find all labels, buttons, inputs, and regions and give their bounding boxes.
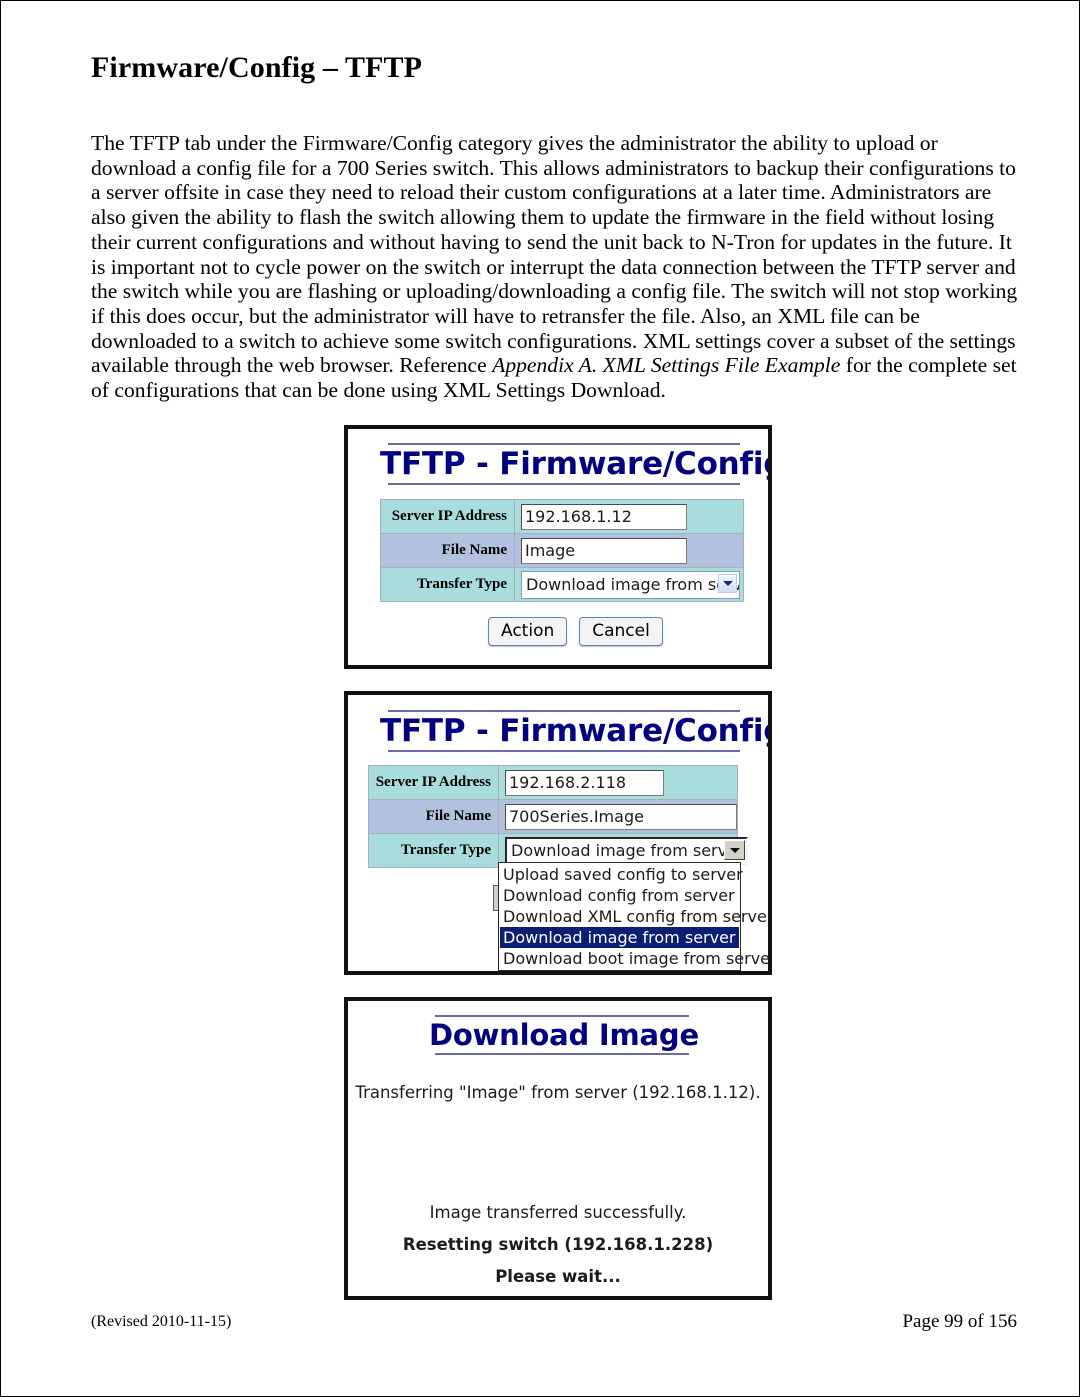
panel1-cell-file-name: Image — [514, 533, 744, 568]
panel2-cell-server-ip: 192.168.2.118 — [498, 765, 738, 800]
panel1-title: TFTP - Firmware/Config — [380, 443, 772, 485]
footer-page-number: Page 99 of 156 — [902, 1311, 1017, 1332]
transfer-type-dropdown-list[interactable]: Upload saved config to server Download c… — [498, 862, 768, 971]
panel1-label-transfer-type: Transfer Type — [380, 567, 515, 602]
status-transfer-success: Image transferred successfully. — [429, 1203, 687, 1222]
dropdown-option-2[interactable]: Download XML config from server — [500, 906, 768, 927]
file-name-input[interactable]: Image — [521, 537, 687, 564]
paragraph-text-part1: The TFTP tab under the Firmware/Config c… — [91, 131, 1018, 378]
panel1-cell-transfer-type: Download image from server — [514, 567, 744, 602]
panel2-cell-file-name: 700Series.Image — [498, 799, 738, 834]
dropdown-option-4[interactable]: Download boot image from server — [500, 948, 768, 969]
panel2-label-server-ip: Server IP Address — [368, 765, 499, 800]
panel2-title-text: TFTP - Firmware/Config — [380, 713, 772, 749]
status-transferring: Transferring "Image" from server (192.16… — [355, 1083, 761, 1102]
status-resetting-switch: Resetting switch (192.168.1.228) — [402, 1235, 714, 1254]
table-row-file-name: File Name Image — [380, 533, 744, 568]
screenshot-download-image-inner: Download Image Transferring "Image" from… — [348, 1001, 768, 1296]
table-row-file-name: File Name 700Series.Image — [368, 799, 738, 834]
screenshot-tftp-form: TFTP - Firmware/Config Server IP Address… — [344, 425, 772, 669]
cancel-button[interactable]: Cancel — [579, 617, 663, 646]
screenshot-tftp-form-dropdown-inner: TFTP - Firmware/Config Server IP Address… — [348, 695, 768, 971]
panel3-title-text: Download Image — [429, 1018, 699, 1052]
table-row-transfer-type: Transfer Type Download image from server — [380, 567, 744, 602]
screenshot-download-image-status: Download Image Transferring "Image" from… — [344, 997, 772, 1300]
panel1-label-server-ip: Server IP Address — [380, 499, 515, 534]
panel2-form-table: Server IP Address 192.168.2.118 File Nam… — [368, 765, 748, 868]
dropdown-option-0[interactable]: Upload saved config to server — [500, 864, 743, 885]
table-row-server-ip: Server IP Address 192.168.2.118 — [368, 765, 738, 800]
screenshot-tftp-form-dropdown-open: TFTP - Firmware/Config Server IP Address… — [344, 691, 772, 975]
chevron-down-icon[interactable] — [724, 839, 745, 860]
transfer-type-selected-value: Download image from server — [526, 574, 740, 594]
panel1-cell-server-ip: 192.168.1.12 — [514, 499, 744, 534]
panel1-button-row: Action Cancel — [488, 617, 663, 646]
file-name-input[interactable]: 700Series.Image — [505, 803, 737, 830]
server-ip-input[interactable]: 192.168.2.118 — [505, 769, 664, 796]
panel1-form-table: Server IP Address 192.168.1.12 File Name… — [380, 499, 744, 602]
dropdown-option-3[interactable]: Download image from server — [500, 927, 739, 948]
status-please-wait: Please wait... — [495, 1267, 621, 1286]
panel3-title: Download Image — [429, 1015, 699, 1055]
document-page: Firmware/Config – TFTP The TFTP tab unde… — [0, 0, 1080, 1397]
dropdown-option-1[interactable]: Download config from server — [500, 885, 739, 906]
chevron-down-icon[interactable] — [718, 573, 737, 593]
transfer-type-select[interactable]: Download image from server — [521, 570, 740, 599]
server-ip-input[interactable]: 192.168.1.12 — [521, 503, 687, 530]
footer-revision: (Revised 2010-11-15) — [91, 1313, 232, 1330]
paragraph-italic-reference: Appendix A. XML Settings File Example — [492, 353, 841, 378]
panel2-title: TFTP - Firmware/Config — [380, 710, 772, 752]
action-button[interactable]: Action — [488, 617, 568, 646]
transfer-type-selected-value: Download image from server — [511, 840, 744, 860]
panel1-label-file-name: File Name — [380, 533, 515, 568]
table-row-server-ip: Server IP Address 192.168.1.12 — [380, 499, 744, 534]
body-paragraph: The TFTP tab under the Firmware/Config c… — [91, 131, 1021, 403]
panel1-title-bottomrule — [388, 483, 740, 485]
panel2-label-transfer-type: Transfer Type — [368, 833, 499, 868]
screenshot-tftp-form-inner: TFTP - Firmware/Config Server IP Address… — [348, 429, 768, 665]
panel2-label-file-name: File Name — [368, 799, 499, 834]
panel3-title-bottomrule — [435, 1053, 689, 1055]
page-title: Firmware/Config – TFTP — [91, 51, 423, 84]
panel1-title-text: TFTP - Firmware/Config — [380, 446, 772, 482]
panel2-title-bottomrule — [388, 750, 740, 752]
transfer-type-select[interactable]: Download image from server — [505, 836, 748, 865]
